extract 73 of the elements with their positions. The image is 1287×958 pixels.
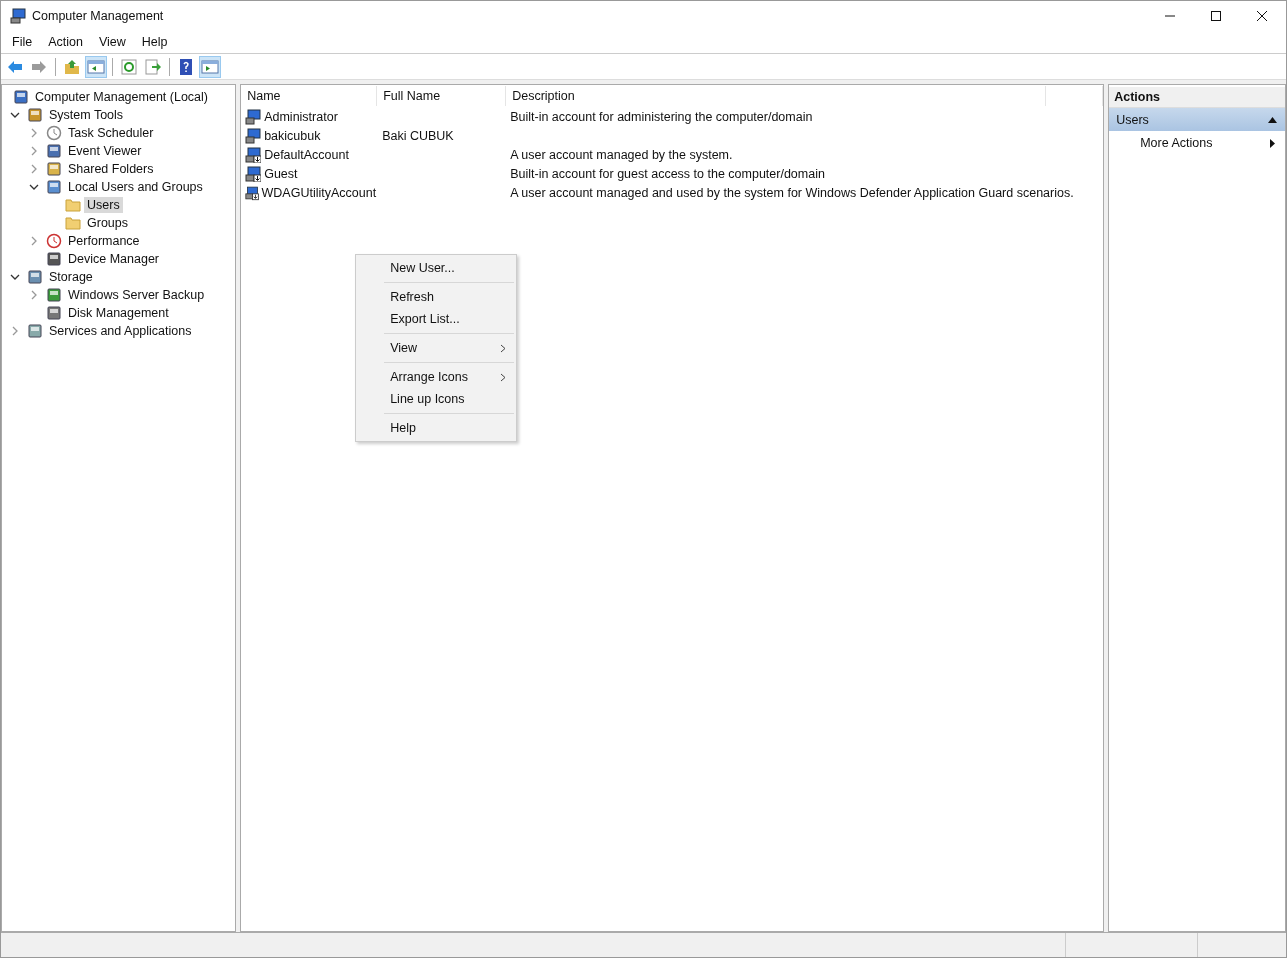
tree-node-icon [46, 179, 62, 195]
menu-item[interactable]: Help [356, 417, 517, 439]
computer-icon [10, 8, 26, 24]
chevron-right-icon[interactable] [29, 236, 39, 246]
chevron-down-icon[interactable] [10, 272, 20, 282]
tree-node-icon [27, 107, 43, 123]
tree-pane-icon[interactable] [85, 55, 107, 78]
menu-item[interactable]: Line up Icons [356, 388, 517, 410]
tree-item[interactable]: Disk Management [65, 305, 172, 321]
tree-item[interactable]: Computer Management (Local) [32, 89, 211, 105]
tree-item[interactable]: Storage [46, 269, 96, 285]
tree-node-icon [27, 323, 43, 339]
triangle-right-icon [1270, 138, 1275, 148]
column-header[interactable]: Full Name [377, 86, 507, 106]
tree-node-icon [46, 251, 62, 267]
actions-section[interactable]: Users [1109, 108, 1285, 131]
menu-item[interactable]: New User... [356, 257, 517, 279]
tree-item[interactable]: Device Manager [65, 251, 162, 267]
menu-item[interactable]: View [356, 337, 517, 359]
menu-item[interactable]: Refresh [356, 286, 517, 308]
tree-item[interactable]: Users [84, 197, 123, 213]
user-name[interactable]: Administrator [264, 109, 338, 124]
chevron-right-icon[interactable] [29, 290, 39, 300]
tree-item[interactable]: Shared Folders [65, 161, 157, 177]
chevron-down-icon[interactable] [10, 110, 20, 120]
tree-item[interactable]: System Tools [46, 107, 127, 123]
maximize-icon[interactable] [1210, 10, 1222, 22]
tree-node-icon [46, 143, 62, 159]
chevron-right-icon[interactable] [29, 146, 39, 156]
menu-item[interactable]: Arrange Icons [356, 366, 517, 388]
user-name[interactable]: WDAGUtilityAccount [261, 185, 377, 200]
tree-item[interactable]: Services and Applications [46, 323, 195, 339]
tree-item[interactable]: Local Users and Groups [65, 179, 206, 195]
tree-item[interactable]: Groups [84, 215, 131, 231]
tree-node-icon [27, 269, 43, 285]
close-icon[interactable] [1256, 10, 1268, 22]
menu-item[interactable]: View [90, 33, 134, 51]
actions-header: Actions [1109, 87, 1285, 108]
column-header[interactable]: Name [241, 86, 378, 106]
tree-node-icon [46, 287, 62, 303]
chevron-right-icon [500, 372, 507, 382]
tree-item[interactable]: Performance [65, 233, 143, 249]
chevron-right-icon[interactable] [29, 128, 39, 138]
window-title: Computer Management [32, 9, 164, 23]
description: Built-in account for guest access to the computer/domain [510, 166, 825, 181]
tree-item[interactable]: Windows Server Backup [65, 287, 208, 303]
tree-node-icon [46, 125, 62, 141]
chevron-right-icon[interactable] [10, 326, 20, 336]
tree-item[interactable]: Task Scheduler [65, 125, 157, 141]
user-name[interactable]: bakicubuk [264, 128, 321, 143]
menu-item[interactable]: File [4, 33, 41, 51]
menu-item[interactable]: Help [133, 33, 176, 51]
column-header[interactable]: Description [506, 86, 1047, 106]
triangle-up-icon [1268, 116, 1277, 123]
tree-node-icon [13, 89, 29, 105]
description: A user account managed and used by the system for Windows Defender Application Guard scenarios. [510, 185, 1074, 200]
description: A user account managed by the system. [510, 147, 733, 162]
chevron-right-icon [500, 343, 507, 353]
folder-icon [65, 215, 81, 231]
menu-item[interactable]: Export List... [356, 308, 517, 330]
chevron-right-icon[interactable] [29, 164, 39, 174]
tree-node-icon [46, 161, 62, 177]
chevron-down-icon[interactable] [29, 182, 39, 192]
action-item[interactable]: More Actions [1109, 131, 1285, 155]
description: Built-in account for administering the computer/domain [510, 109, 813, 124]
user-name[interactable]: DefaultAccount [264, 147, 349, 162]
menu-item[interactable]: Action [40, 33, 91, 51]
tree-item[interactable]: Event Viewer [65, 143, 145, 159]
full-name: Baki CUBUK [382, 128, 454, 143]
folder-icon [65, 197, 81, 213]
tree-node-icon [46, 233, 62, 249]
tree-node-icon [46, 305, 62, 321]
user-name[interactable]: Guest [264, 166, 298, 181]
